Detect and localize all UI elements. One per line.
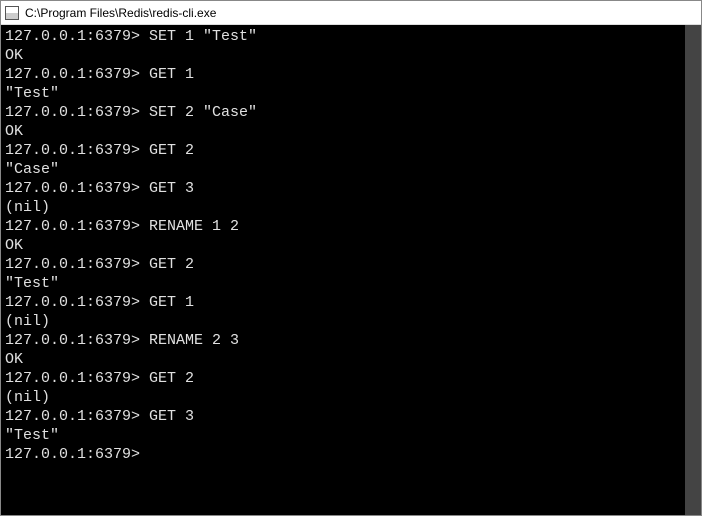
terminal-output-line: "Test": [5, 274, 681, 293]
terminal-output-line: (nil): [5, 198, 681, 217]
terminal-command-line: 127.0.0.1:6379> SET 1 "Test": [5, 27, 681, 46]
terminal-output-line: "Case": [5, 160, 681, 179]
app-icon: [5, 6, 19, 20]
terminal-command-line: 127.0.0.1:6379> GET 3: [5, 179, 681, 198]
terminal-output-line: "Test": [5, 426, 681, 445]
terminal-command-line: 127.0.0.1:6379> GET 1: [5, 293, 681, 312]
terminal-output-line: "Test": [5, 84, 681, 103]
terminal-command-line: 127.0.0.1:6379> GET 1: [5, 65, 681, 84]
terminal-output-line: OK: [5, 350, 681, 369]
terminal-command-line: 127.0.0.1:6379> RENAME 1 2: [5, 217, 681, 236]
terminal-output-line: (nil): [5, 388, 681, 407]
window: C:\Program Files\Redis\redis-cli.exe 127…: [0, 0, 702, 516]
terminal-command-line: 127.0.0.1:6379> GET 3: [5, 407, 681, 426]
terminal-output-line: OK: [5, 46, 681, 65]
terminal-command-line: 127.0.0.1:6379>: [5, 445, 681, 464]
terminal-output-line: OK: [5, 122, 681, 141]
terminal-command-line: 127.0.0.1:6379> GET 2: [5, 141, 681, 160]
terminal-output[interactable]: 127.0.0.1:6379> SET 1 "Test"OK127.0.0.1:…: [1, 25, 701, 515]
window-title: C:\Program Files\Redis\redis-cli.exe: [25, 6, 216, 20]
terminal-command-line: 127.0.0.1:6379> GET 2: [5, 255, 681, 274]
terminal-output-line: (nil): [5, 312, 681, 331]
terminal-command-line: 127.0.0.1:6379> RENAME 2 3: [5, 331, 681, 350]
titlebar[interactable]: C:\Program Files\Redis\redis-cli.exe: [1, 1, 701, 25]
terminal-command-line: 127.0.0.1:6379> GET 2: [5, 369, 681, 388]
terminal-command-line: 127.0.0.1:6379> SET 2 "Case": [5, 103, 681, 122]
terminal-output-line: OK: [5, 236, 681, 255]
